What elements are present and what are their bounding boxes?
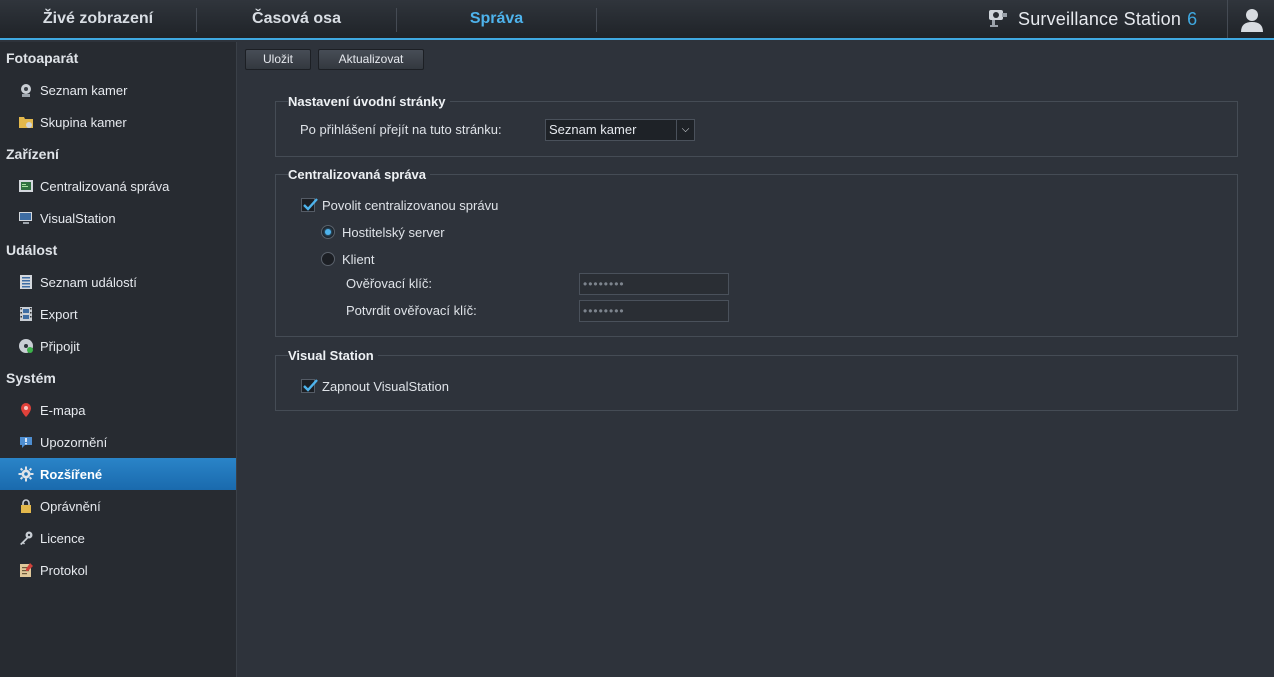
central-management-group: Centralizovaná správa Povolit centralizo… [275,167,1238,337]
sidebar-item-label: Oprávnění [40,498,101,514]
sidebar-item-camera-list[interactable]: Seznam kamer [0,74,236,106]
auth-key-label: Ověřovací klíč: [346,276,432,291]
sidebar-item-label: Upozornění [40,434,108,450]
film-icon [18,306,34,322]
sidebar-section-events: Událost [6,242,58,258]
sidebar-section-system: Systém [6,370,56,386]
auth-key-field[interactable]: •••••••• [579,273,729,295]
sidebar: Fotoaparát Seznam kamer Skupina kamer Za… [0,42,237,677]
sidebar-item-label: VisualStation [40,210,116,226]
save-button[interactable]: Uložit [245,49,311,70]
enable-central-label: Povolit centralizovanou správu [322,198,499,213]
enable-visualstation-checkbox[interactable] [301,379,318,393]
monitor-icon [18,210,34,226]
visualstation-legend: Visual Station [288,348,378,364]
checkmark-icon [303,198,318,211]
tab-live-view[interactable]: Živé zobrazení [0,0,196,38]
top-navigation: Živé zobrazení Časová osa Správa Surveil… [0,0,1274,40]
sidebar-item-label: E-mapa [40,402,86,418]
enable-central-checkbox[interactable] [301,198,318,212]
sidebar-item-central-management[interactable]: Centralizovaná správa [0,170,236,202]
sidebar-section-devices: Zařízení [6,146,59,162]
folder-camera-icon [18,114,34,130]
map-pin-icon [18,402,34,418]
sidebar-item-visualstation[interactable]: VisualStation [0,202,236,234]
camera-logo-icon [986,5,1010,34]
lock-icon [18,498,34,514]
central-management-legend: Centralizovaná správa [288,167,431,183]
disc-icon [18,338,34,354]
gear-icon [18,466,34,482]
confirm-key-field[interactable]: •••••••• [579,300,729,322]
central-management-icon [18,178,34,194]
chevron-down-icon[interactable]: ⌵ [676,120,694,140]
host-server-radio[interactable] [321,225,335,239]
sidebar-item-event-list[interactable]: Seznam událostí [0,266,236,298]
homepage-settings-legend: Nastavení úvodní stránky [288,94,450,110]
webcam-icon [18,82,34,98]
client-radio[interactable] [321,252,335,266]
homepage-label: Po přihlášení přejít na tuto stránku: [300,122,502,137]
list-icon [18,274,34,290]
main-panel: Uložit Aktualizovat Nastavení úvodní str… [238,42,1274,677]
sidebar-item-camera-group[interactable]: Skupina kamer [0,106,236,138]
enable-visualstation-label: Zapnout VisualStation [322,379,449,394]
sidebar-item-label: Export [40,306,78,322]
confirm-key-label: Potvrdit ověřovací klíč: [346,303,477,318]
sidebar-item-label: Připojit [40,338,80,354]
brand-version: 6 [1187,8,1198,29]
sidebar-item-label: Licence [40,530,85,546]
homepage-select-value: Seznam kamer [549,122,637,137]
sidebar-item-label: Seznam kamer [40,82,128,98]
user-divider [1227,0,1228,38]
homepage-select[interactable]: Seznam kamer ⌵ [545,119,695,141]
sidebar-item-permissions[interactable]: Oprávnění [0,490,236,522]
notification-icon [18,434,34,450]
tab-divider [596,8,597,32]
sidebar-item-export[interactable]: Export [0,298,236,330]
sidebar-item-advanced[interactable]: Rozšířené [0,458,236,490]
tab-management[interactable]: Správa [397,0,596,38]
app-brand: Surveillance Station 6 [986,0,1197,38]
tab-timeline[interactable]: Časová osa [197,0,396,38]
user-icon[interactable] [1238,7,1266,33]
sidebar-item-label: Skupina kamer [40,114,127,130]
sidebar-section-camera: Fotoaparát [6,50,79,66]
host-server-label: Hostitelský server [342,225,445,240]
sidebar-item-label: Protokol [40,562,88,578]
brand-name: Surveillance Station [1018,8,1182,29]
sidebar-item-emap[interactable]: E-mapa [0,394,236,426]
sidebar-item-mount[interactable]: Připojit [0,330,236,362]
sidebar-item-log[interactable]: Protokol [0,554,236,586]
checkmark-icon [303,379,318,392]
refresh-button[interactable]: Aktualizovat [318,49,424,70]
homepage-settings-group: Nastavení úvodní stránky Po přihlášení p… [275,94,1238,157]
sidebar-item-label: Seznam událostí [40,274,137,290]
visualstation-group: Visual Station Zapnout VisualStation [275,348,1238,411]
sidebar-item-label: Rozšířené [40,466,103,482]
key-icon [18,530,34,546]
log-icon [18,562,34,578]
sidebar-item-label: Centralizovaná správa [40,178,170,194]
client-label: Klient [342,252,375,267]
sidebar-item-notifications[interactable]: Upozornění [0,426,236,458]
sidebar-item-license[interactable]: Licence [0,522,236,554]
